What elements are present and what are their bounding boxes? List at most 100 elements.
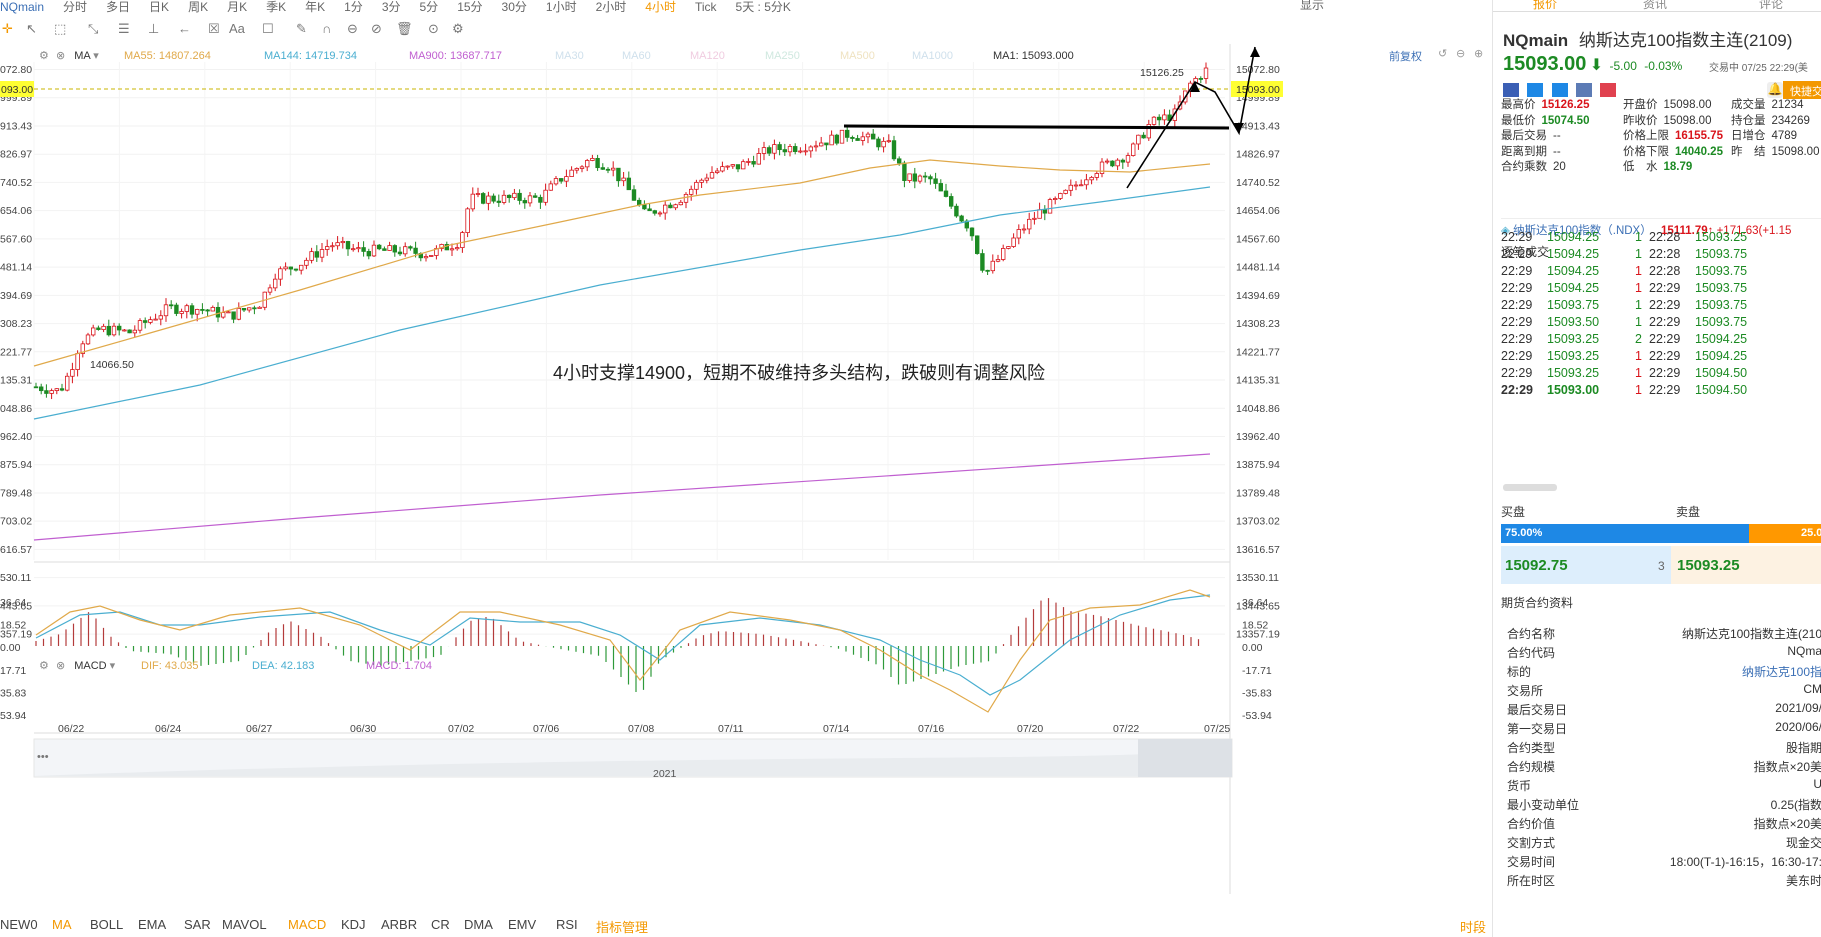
- contract-value[interactable]: 纳斯达克100指: [1742, 663, 1821, 680]
- fib-tool-icon[interactable]: ☰: [118, 21, 130, 37]
- undo-icon[interactable]: ←: [178, 21, 191, 36]
- settings-icon[interactable]: ⚙: [452, 21, 464, 37]
- candle-body: [226, 311, 231, 314]
- period-tab-17[interactable]: 5天 : 5分K: [736, 1, 791, 13]
- close-icon[interactable]: ⊗: [56, 50, 65, 62]
- candle-body: [803, 150, 808, 153]
- pencil-icon[interactable]: ✎: [296, 21, 307, 37]
- adjust-button[interactable]: 前复权: [1389, 48, 1422, 64]
- indicator-tab-macd[interactable]: MACD: [288, 917, 326, 932]
- tab-comments[interactable]: 评论: [1759, 0, 1783, 12]
- cursor-icon[interactable]: ↖: [26, 21, 37, 37]
- candle-body: [678, 201, 683, 206]
- measure-icon[interactable]: ☒: [208, 21, 220, 37]
- heart-icon[interactable]: [1600, 82, 1617, 97]
- display-menu[interactable]: 显示: [1300, 0, 1324, 11]
- contract-label: 最后交易日: [1507, 703, 1568, 717]
- candle-body: [938, 183, 943, 192]
- visibility-icon[interactable]: ⊙: [428, 21, 439, 37]
- trade-volume: 1: [1635, 281, 1642, 295]
- period-tab-6[interactable]: 季K: [266, 1, 286, 13]
- lock-icon[interactable]: ⊖: [347, 21, 358, 37]
- sell-label: 卖盘: [1676, 505, 1701, 519]
- kline-chart[interactable]: 15072.80072.8014999.89999.8914913.43913.…: [0, 44, 1490, 894]
- candle-body: [564, 176, 569, 182]
- candle-body: [787, 146, 793, 153]
- period-tab-4[interactable]: 周K: [188, 1, 208, 13]
- doc-icon[interactable]: [1576, 82, 1593, 97]
- period-tab-1[interactable]: 分时: [63, 1, 87, 13]
- indicator-tab-boll[interactable]: BOLL: [90, 917, 123, 932]
- gear-icon[interactable]: ⚙: [39, 660, 49, 672]
- candle-body: [330, 245, 335, 248]
- tab-quote[interactable]: 报价: [1533, 0, 1557, 12]
- people-icon[interactable]: [1551, 82, 1568, 97]
- macd-indicator-name[interactable]: MACD: [74, 660, 106, 672]
- comment-icon[interactable]: ☐: [262, 21, 274, 37]
- delete-icon[interactable]: 🗑: [396, 21, 413, 37]
- candle-body: [683, 193, 689, 203]
- indicator-tab-kdj[interactable]: KDJ: [341, 917, 366, 932]
- indicator-tab-ema[interactable]: EMA: [138, 917, 166, 932]
- period-tab-11[interactable]: 15分: [457, 1, 482, 13]
- zoom-in-icon[interactable]: ⊕: [1474, 47, 1483, 60]
- stat-value: 14040.25: [1675, 145, 1723, 158]
- period-tab-8[interactable]: 1分: [344, 1, 363, 13]
- candle-body: [340, 241, 345, 244]
- candle-body: [1094, 173, 1099, 178]
- indicator-tab-mavol[interactable]: MAVOL: [222, 917, 267, 932]
- candle-body: [694, 181, 699, 190]
- hide-icon[interactable]: ⊘: [371, 21, 382, 37]
- pitchfork-icon[interactable]: ⊥: [148, 21, 159, 37]
- period-tab-15[interactable]: 4小时: [645, 1, 676, 13]
- close-icon[interactable]: ⊗: [56, 660, 65, 672]
- navigator-handle-icon[interactable]: •••: [37, 751, 49, 763]
- price-tick-label-left: 135.31: [0, 375, 32, 387]
- period-tab-12[interactable]: 30分: [502, 1, 527, 13]
- trend-tool-icon[interactable]: ⤡: [88, 21, 98, 37]
- indicator-tab-sar[interactable]: SAR: [184, 917, 211, 932]
- indicator-tab-arbr[interactable]: ARBR: [381, 917, 417, 932]
- timespan-button[interactable]: 时段: [1460, 917, 1486, 936]
- period-tab-10[interactable]: 5分: [420, 1, 439, 13]
- reset-icon[interactable]: ↺: [1438, 47, 1447, 60]
- period-tab-2[interactable]: 多日: [106, 1, 130, 13]
- period-tab-5[interactable]: 月K: [227, 1, 247, 13]
- period-tab-14[interactable]: 2小时: [596, 1, 627, 13]
- stat-label: 最后交易: [1501, 130, 1547, 142]
- indicator-tab-rsi[interactable]: RSI: [556, 917, 578, 932]
- crosshair-icon[interactable]: ✛: [2, 21, 13, 37]
- gear-icon[interactable]: ⚙: [39, 50, 49, 62]
- text-tool-icon[interactable]: Aa: [229, 21, 245, 36]
- period-tab-13[interactable]: 1小时: [546, 1, 577, 13]
- rectangle-select-icon[interactable]: ⬚: [54, 21, 66, 37]
- ask-box[interactable]: 15093.25: [1671, 546, 1821, 584]
- flag-icon[interactable]: [1503, 82, 1519, 97]
- chevron-down-icon[interactable]: ▾: [93, 50, 99, 62]
- period-tab-0[interactable]: NQmain: [0, 1, 44, 13]
- period-tab-16[interactable]: Tick: [695, 1, 717, 13]
- zoom-out-icon[interactable]: ⊖: [1456, 47, 1465, 60]
- candle-body: [127, 329, 132, 334]
- indicator-tab-dma[interactable]: DMA: [464, 917, 493, 932]
- chart-area[interactable]: 15072.80 072.80 14999.89 999.89 14913.43 913.…: [0, 44, 1490, 894]
- indicator-tab-new0[interactable]: NEW0: [0, 917, 38, 932]
- bolt-icon[interactable]: [1527, 82, 1544, 97]
- period-tab-3[interactable]: 日K: [149, 1, 169, 13]
- indicator-name[interactable]: MA: [74, 50, 90, 62]
- trade-scrollbar[interactable]: [1503, 484, 1557, 491]
- price-tick-label: 13962.40: [1236, 431, 1280, 443]
- navigator-window[interactable]: [1138, 739, 1232, 777]
- tab-news[interactable]: 资讯: [1643, 0, 1667, 12]
- magnet-icon[interactable]: ∩: [322, 21, 331, 36]
- macd-tick-label: 36.64: [1242, 597, 1268, 609]
- stat-label: 开盘价: [1623, 99, 1658, 111]
- bid-box[interactable]: 15092.75 3: [1501, 546, 1671, 584]
- indicator-tab-cr[interactable]: CR: [431, 917, 450, 932]
- period-tab-7[interactable]: 年K: [305, 1, 325, 13]
- period-tab-9[interactable]: 3分: [382, 1, 401, 13]
- indicator-tab-emv[interactable]: EMV: [508, 917, 536, 932]
- indicator-tab-指标管理[interactable]: 指标管理: [596, 917, 648, 936]
- indicator-tab-ma[interactable]: MA: [52, 917, 72, 932]
- chevron-down-icon[interactable]: ▾: [110, 660, 116, 672]
